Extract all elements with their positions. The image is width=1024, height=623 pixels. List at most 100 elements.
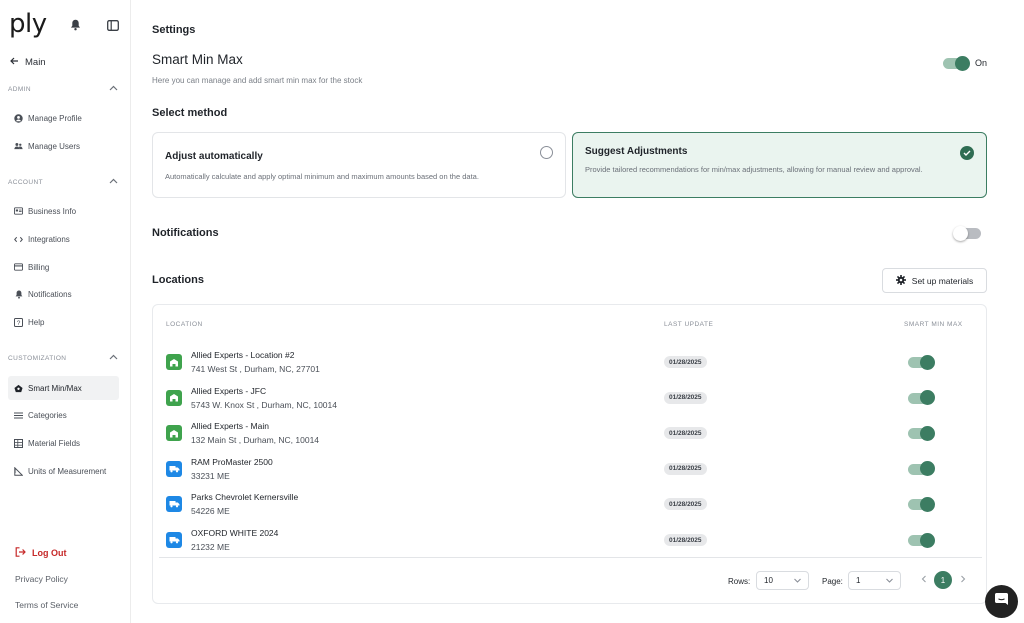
chevron-up-icon bbox=[109, 178, 118, 186]
prev-page-icon[interactable] bbox=[921, 575, 927, 586]
truck-icon bbox=[166, 496, 182, 513]
set-up-materials-label: Set up materials bbox=[911, 275, 974, 286]
smart-min-max-toggle[interactable] bbox=[943, 55, 970, 71]
chat-icon bbox=[994, 592, 1009, 611]
next-page-icon[interactable] bbox=[960, 575, 966, 586]
chevron-up-icon bbox=[109, 85, 118, 93]
table-row[interactable]: Allied Experts - Main 132 Main St , Durha… bbox=[153, 415, 988, 451]
location-address: 132 Main St , Durham, NC, 10014 bbox=[191, 435, 320, 446]
logout-button[interactable]: Log Out bbox=[15, 547, 67, 559]
users-icon bbox=[14, 142, 23, 151]
location-address: 741 West St , Durham, NC, 27701 bbox=[191, 364, 320, 374]
smart-min-max-row-toggle[interactable] bbox=[908, 496, 935, 512]
list-icon bbox=[14, 411, 23, 420]
main-content: Settings Smart Min Max Here you can mana… bbox=[131, 0, 1024, 623]
location-name[interactable]: Allied Experts - Main bbox=[191, 421, 269, 431]
smart-min-max-row-toggle[interactable] bbox=[908, 390, 935, 406]
location-name[interactable]: Allied Experts - Location #2 bbox=[191, 350, 294, 360]
sidebar-item-integrations[interactable]: Integrations bbox=[8, 227, 119, 251]
method-radio[interactable] bbox=[540, 146, 553, 159]
sidebar-item-label: Material Fields bbox=[28, 438, 81, 448]
set-up-materials-button[interactable]: Set up materials bbox=[882, 268, 987, 293]
method-title: Adjust automatically bbox=[165, 151, 263, 162]
location-name[interactable]: Parks Chevrolet Kernersville bbox=[191, 492, 298, 502]
page-button-current[interactable]: 1 bbox=[934, 571, 952, 589]
logout-icon bbox=[15, 547, 26, 559]
column-header-location[interactable]: LOCATION bbox=[166, 321, 203, 328]
sidebar-item-notifications[interactable]: Notifications bbox=[8, 282, 119, 306]
sidebar-item-label: Notifications bbox=[28, 289, 72, 299]
section-header-customization[interactable]: CUSTOMIZATION bbox=[8, 354, 118, 362]
app-logo[interactable]: ply bbox=[9, 9, 47, 39]
section-header-account[interactable]: ACCOUNT bbox=[8, 178, 118, 186]
sidebar-item-business-info[interactable]: Business Info bbox=[8, 199, 119, 223]
location-address: 21232 ME bbox=[191, 542, 230, 552]
rows-per-page-select[interactable]: 10 bbox=[756, 571, 809, 590]
table-row[interactable]: Allied Experts - JFC 5743 W. Knox St , Du… bbox=[153, 380, 988, 416]
column-header-last-update[interactable]: LAST UPDATE bbox=[664, 321, 713, 328]
bell-icon bbox=[14, 290, 23, 299]
truck-icon bbox=[166, 460, 182, 477]
location-name[interactable]: RAM ProMaster 2500 bbox=[191, 457, 273, 467]
location-name[interactable]: Allied Experts - JFC bbox=[191, 386, 266, 396]
sidebar-item-units-of-measurement[interactable]: Units of Measurement bbox=[8, 459, 119, 483]
smart-min-max-row-toggle[interactable] bbox=[908, 425, 935, 441]
back-to-main-link[interactable]: Main bbox=[10, 57, 46, 68]
smart-min-max-row-toggle[interactable] bbox=[908, 354, 935, 370]
building-icon bbox=[166, 389, 182, 406]
location-name[interactable]: OXFORD WHITE 2024 bbox=[191, 528, 278, 538]
building-icon bbox=[166, 425, 182, 442]
sidebar: ply Main ADMIN Manage Profile Manage Use… bbox=[0, 0, 131, 623]
bell-icon[interactable] bbox=[68, 18, 82, 32]
sidebar-item-smart-min-max[interactable]: Smart Min/Max bbox=[8, 376, 119, 400]
sidebar-item-manage-profile[interactable]: Manage Profile bbox=[8, 106, 119, 130]
chat-support-button[interactable] bbox=[985, 585, 1018, 618]
select-method-title: Select method bbox=[152, 107, 228, 119]
last-update-badge: 01/28/2025 bbox=[664, 427, 707, 440]
sidebar-item-material-fields[interactable]: Material Fields bbox=[8, 431, 119, 455]
gear-icon bbox=[895, 274, 906, 287]
rows-per-page-value: 10 bbox=[764, 576, 773, 585]
method-card-adjust-automatically[interactable]: Adjust automatically Automatically calcu… bbox=[152, 132, 566, 198]
locations-table: LOCATION LAST UPDATE SMART MIN MAX Allie… bbox=[152, 304, 987, 604]
chevron-up-icon bbox=[109, 354, 118, 362]
column-header-smart-min-max[interactable]: SMART MIN MAX bbox=[904, 321, 963, 328]
sidebar-toggle-icon[interactable] bbox=[106, 18, 120, 32]
terms-of-service-link[interactable]: Terms of Service bbox=[15, 600, 78, 610]
method-card-suggest-adjustments[interactable]: Suggest Adjustments Provide tailored rec… bbox=[572, 132, 987, 198]
notifications-title: Notifications bbox=[152, 227, 219, 239]
table-row[interactable]: RAM ProMaster 2500 33231 ME 01/28/2025 bbox=[153, 451, 988, 487]
check-icon[interactable] bbox=[960, 146, 974, 160]
truck-icon bbox=[166, 532, 182, 548]
last-update-badge: 01/28/2025 bbox=[664, 498, 707, 511]
smart-min-max-row-toggle[interactable] bbox=[908, 461, 935, 477]
code-icon bbox=[14, 235, 23, 244]
smart-min-max-subtitle: Here you can manage and add smart min ma… bbox=[152, 76, 363, 85]
privacy-policy-link[interactable]: Privacy Policy bbox=[15, 574, 68, 584]
sidebar-item-manage-users[interactable]: Manage Users bbox=[8, 134, 119, 158]
sidebar-item-label: Manage Profile bbox=[28, 113, 82, 123]
sidebar-item-label: Units of Measurement bbox=[28, 466, 107, 476]
notifications-toggle[interactable] bbox=[953, 225, 981, 241]
sidebar-item-label: Categories bbox=[28, 410, 67, 420]
smart-min-max-row-toggle[interactable] bbox=[908, 532, 935, 548]
sidebar-item-categories[interactable]: Categories bbox=[8, 403, 119, 427]
logout-label: Log Out bbox=[32, 548, 67, 558]
table-row[interactable]: Parks Chevrolet Kernersville 54226 ME 01/2… bbox=[153, 486, 988, 522]
sidebar-item-label: Smart Min/Max bbox=[28, 383, 82, 393]
arrow-left-icon bbox=[10, 57, 19, 68]
sidebar-item-label: Manage Users bbox=[28, 141, 81, 151]
sidebar-item-help[interactable]: ? Help bbox=[8, 310, 119, 334]
smart-icon bbox=[14, 384, 23, 393]
table-row[interactable]: OXFORD WHITE 2024 21232 ME 01/28/2025 bbox=[153, 522, 988, 558]
method-description: Automatically calculate and apply optima… bbox=[165, 172, 479, 181]
sidebar-item-billing[interactable]: Billing bbox=[8, 255, 119, 279]
table-row[interactable]: Allied Experts - Location #2 741 West St … bbox=[153, 344, 988, 380]
page-select[interactable]: 1 bbox=[848, 571, 901, 590]
building-icon bbox=[166, 354, 182, 370]
section-header-admin[interactable]: ADMIN bbox=[8, 85, 118, 93]
chevron-down-icon bbox=[885, 576, 894, 587]
last-update-badge: 01/28/2025 bbox=[664, 462, 707, 475]
sidebar-item-label: Business Info bbox=[28, 206, 77, 216]
help-icon: ? bbox=[14, 317, 23, 327]
